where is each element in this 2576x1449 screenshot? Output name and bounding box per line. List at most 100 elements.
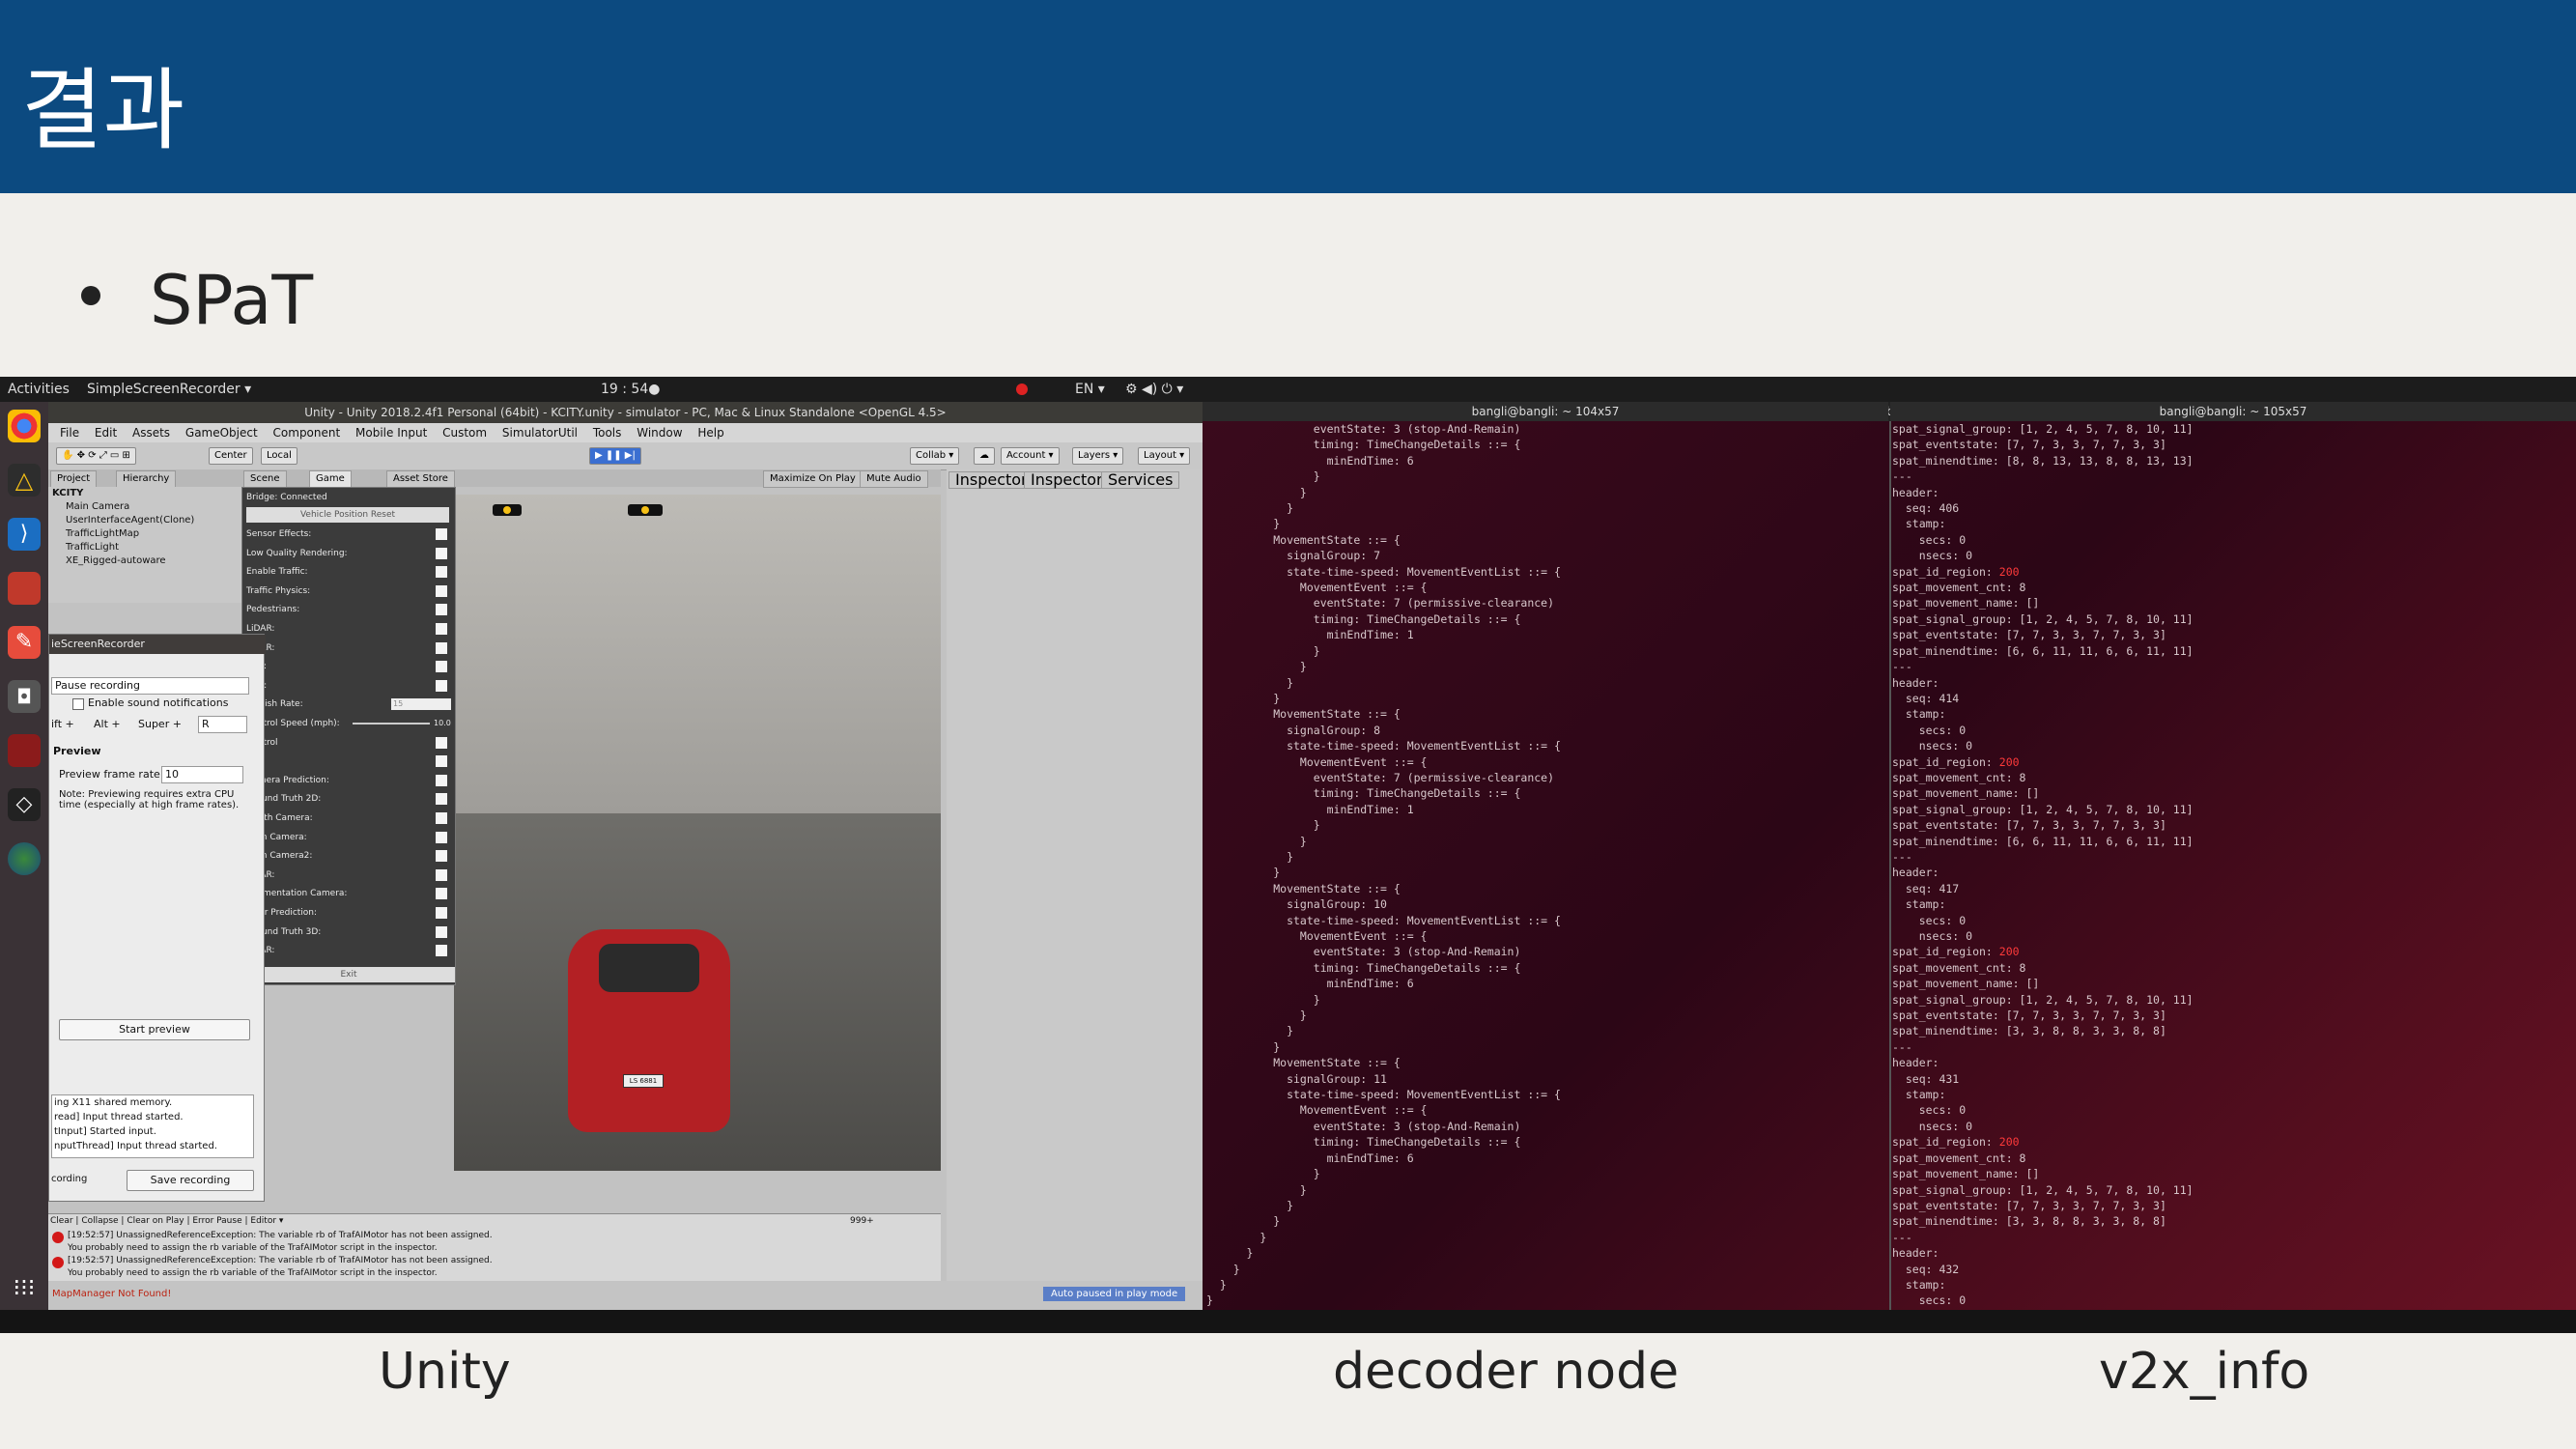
hand-tool-icon[interactable]: ✋ ✥ ⟳ ⤢ ▭ ⊞ — [56, 447, 136, 465]
console-clear-on-play[interactable]: Clear on Play — [127, 1216, 184, 1226]
sensor-row[interactable]: Ground Truth 3D: — [246, 924, 449, 940]
tab-asset-store[interactable]: Asset Store — [386, 470, 455, 488]
hotkey-shift[interactable]: ift + — [51, 718, 74, 730]
cloud-icon[interactable]: ☁ — [974, 447, 995, 465]
publish-rate-input[interactable]: 15 — [391, 698, 451, 711]
sensor-checkbox[interactable] — [436, 888, 447, 900]
sensor-row[interactable]: Enable Traffic: — [246, 564, 449, 580]
save-recording-button[interactable]: Save recording — [127, 1170, 254, 1191]
sensor-row[interactable]: Main Camera2: — [246, 848, 449, 864]
app-grid-icon[interactable]: ⁝⁝⁝ — [8, 1271, 41, 1304]
hierarchy-item[interactable]: Main Camera — [48, 500, 241, 514]
menu-simulatorutil[interactable]: SimulatorUtil — [502, 426, 578, 440]
sensor-checkbox[interactable] — [436, 774, 447, 786]
collab-button[interactable]: Collab ▾ — [910, 447, 960, 465]
game-view[interactable]: LS 6881 — [454, 495, 941, 1171]
menu-custom[interactable]: Custom — [442, 426, 487, 440]
unity-icon[interactable]: ◇ — [8, 788, 41, 821]
vehicle-reset-button[interactable]: Vehicle Position Reset — [246, 507, 449, 523]
sensor-row[interactable]: LiDAR: — [246, 621, 449, 637]
mute-audio[interactable]: Mute Audio — [860, 470, 928, 488]
terminal-divider[interactable] — [1889, 421, 1891, 1310]
sensor-checkbox[interactable] — [436, 907, 447, 919]
hotkey-alt[interactable]: Alt + — [94, 718, 121, 730]
sensor-row[interactable]: Lidar Prediction: — [246, 905, 449, 921]
sensor-checkbox[interactable] — [436, 925, 447, 938]
sensor-checkbox[interactable] — [436, 736, 447, 749]
menu-help[interactable]: Help — [697, 426, 723, 440]
menu-edit[interactable]: Edit — [95, 426, 117, 440]
recorder-icon[interactable] — [8, 734, 41, 767]
decoder-terminal[interactable]: eventState: 3 (stop-And-Remain) timing: … — [1206, 421, 1888, 1310]
software-icon[interactable]: ✎ — [8, 626, 41, 659]
sensor-row[interactable]: Segmentation Camera: — [246, 886, 449, 901]
sensor-row[interactable]: Ground Truth 2D: — [246, 791, 449, 807]
tab-game[interactable]: Game — [309, 470, 352, 488]
sensor-row[interactable]: IMU: — [246, 753, 449, 769]
console-entry[interactable]: [19:52:57] UnassignedReferenceException:… — [68, 1230, 493, 1255]
tab-services[interactable]: Services — [1101, 471, 1180, 489]
ros-icon[interactable]: △ — [8, 464, 41, 497]
app-menu[interactable]: SimpleScreenRecorder ▾ — [87, 382, 251, 397]
menu-gameobject[interactable]: GameObject — [185, 426, 258, 440]
sensor-row[interactable]: Low Quality Rendering: — [246, 546, 449, 561]
console-clear[interactable]: Clear — [50, 1216, 73, 1226]
sensor-checkbox[interactable] — [436, 793, 447, 806]
sensor-checkbox[interactable] — [436, 755, 447, 768]
language-indicator[interactable]: EN ▾ — [1075, 382, 1105, 397]
tab-hierarchy[interactable]: Hierarchy — [116, 470, 177, 488]
hierarchy-item[interactable]: TrafficLight — [48, 541, 241, 554]
pause-recording-field[interactable]: Pause recording — [51, 677, 249, 695]
hotkey-super[interactable]: Super + — [138, 718, 182, 730]
sensor-row[interactable]: LiDAR: — [246, 943, 449, 958]
sensor-checkbox[interactable] — [436, 584, 447, 597]
sensor-row[interactable]: V2X: — [246, 659, 449, 674]
sensor-row[interactable]: LiDAR: — [246, 640, 449, 656]
console-collapse[interactable]: Collapse — [81, 1216, 118, 1226]
layers-button[interactable]: Layers ▾ — [1072, 447, 1124, 465]
menu-window[interactable]: Window — [637, 426, 682, 440]
sensor-row[interactable]: Depth Camera: — [246, 810, 449, 826]
maximize-on-play[interactable]: Maximize On Play — [763, 470, 863, 488]
sensor-checkbox[interactable] — [436, 604, 447, 616]
sensor-checkbox[interactable] — [436, 528, 447, 540]
start-preview-button[interactable]: Start preview — [59, 1019, 250, 1040]
hierarchy-item[interactable]: UserInterfaceAgent(Clone) — [48, 514, 241, 527]
files-icon[interactable] — [8, 572, 41, 605]
vscode-icon[interactable]: ⟩ — [8, 518, 41, 551]
sensor-checkbox[interactable] — [436, 945, 447, 957]
layout-button[interactable]: Layout ▾ — [1138, 447, 1191, 465]
sensor-checkbox[interactable] — [436, 641, 447, 654]
sensor-checkbox[interactable] — [436, 566, 447, 579]
tab-project[interactable]: Project — [50, 470, 98, 488]
menu-tools[interactable]: Tools — [593, 426, 622, 440]
sensor-checkbox[interactable] — [436, 868, 447, 881]
sensor-row[interactable]: Control Speed (mph): 10.0 — [246, 716, 451, 731]
tab-inspector[interactable]: Inspector — [948, 471, 1034, 489]
hierarchy-root[interactable]: KCITY — [48, 487, 241, 500]
account-button[interactable]: Account ▾ — [1001, 447, 1060, 465]
tab-inspector-2[interactable]: Inspector — [1024, 471, 1110, 489]
console-entry[interactable]: [19:52:57] UnassignedReferenceException:… — [68, 1255, 493, 1280]
hierarchy-item[interactable]: XE_Rigged-autoware — [48, 554, 241, 568]
clock[interactable]: 19 : 54● — [601, 382, 660, 397]
sensor-checkbox[interactable] — [436, 623, 447, 635]
speed-slider[interactable] — [353, 723, 430, 724]
sensor-row[interactable]: GPS: — [246, 678, 449, 694]
v2x-terminal[interactable]: spat_signal_group: [1, 2, 4, 5, 7, 8, 10… — [1892, 421, 2574, 1310]
frame-rate-input[interactable]: 10 — [161, 766, 243, 783]
sensor-row[interactable]: Control — [246, 735, 449, 751]
sensor-row[interactable]: Main Camera: — [246, 830, 449, 845]
sensor-row[interactable]: Publish Rate: 15 — [246, 696, 451, 712]
exit-button[interactable]: Exit — [242, 967, 455, 982]
sensor-row[interactable]: Camera Prediction: — [246, 773, 449, 788]
sound-checkbox[interactable] — [72, 698, 84, 710]
sensor-row[interactable]: Traffic Physics: — [246, 583, 449, 599]
sensor-checkbox[interactable] — [436, 812, 447, 824]
activities-button[interactable]: Activities — [8, 382, 70, 397]
console-editor[interactable]: Editor ▾ — [250, 1216, 283, 1226]
chrome-icon[interactable] — [8, 410, 41, 442]
sensor-row[interactable]: Sensor Effects: — [246, 526, 449, 542]
sensor-checkbox[interactable] — [436, 831, 447, 843]
screenshot-icon[interactable]: ◘ — [8, 680, 41, 713]
